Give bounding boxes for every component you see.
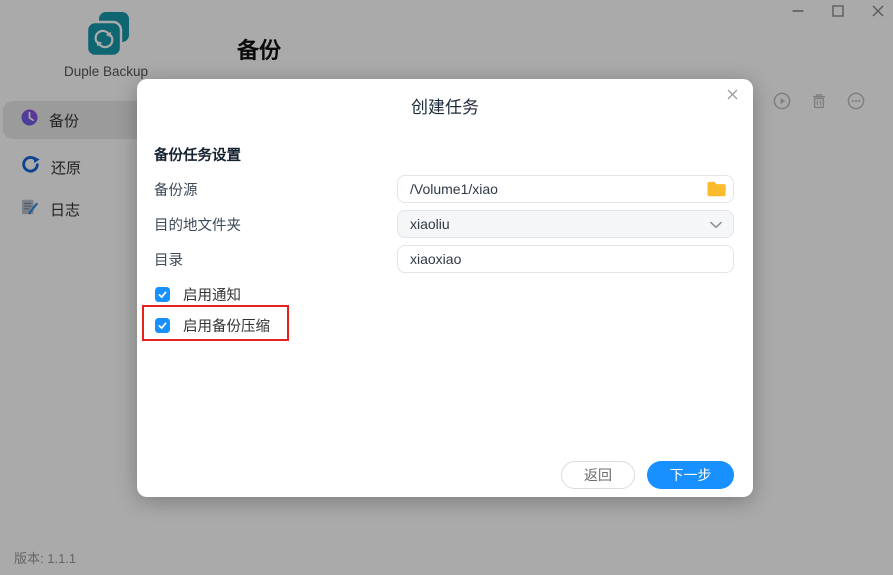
compression-checkbox[interactable]	[155, 318, 170, 333]
backup-source-input[interactable]	[397, 175, 734, 203]
directory-input[interactable]	[397, 245, 734, 273]
next-button[interactable]: 下一步	[647, 461, 734, 489]
create-task-dialog: 创建任务 备份任务设置 备份源 目的地文件夹 xiaoliu 目录	[137, 79, 753, 497]
dialog-footer: 返回 下一步	[561, 461, 734, 489]
section-heading: 备份任务设置	[154, 148, 241, 164]
back-button[interactable]: 返回	[561, 461, 635, 489]
enable-compression-row: 启用备份压缩	[155, 315, 270, 336]
notification-checkbox[interactable]	[155, 287, 170, 302]
destination-folder-select[interactable]: xiaoliu	[397, 210, 734, 238]
notification-checkbox-label: 启用通知	[183, 288, 241, 304]
compression-checkbox-label: 启用备份压缩	[183, 319, 270, 335]
destination-folder-label: 目的地文件夹	[154, 218, 241, 234]
chevron-down-icon	[710, 216, 722, 232]
directory-label: 目录	[154, 253, 183, 269]
backup-source-label: 备份源	[154, 183, 198, 199]
selected-option: xiaoliu	[410, 216, 450, 232]
enable-notification-row: 启用通知	[155, 284, 241, 305]
dialog-title: 创建任务	[411, 98, 479, 117]
folder-picker-icon[interactable]	[706, 181, 727, 198]
